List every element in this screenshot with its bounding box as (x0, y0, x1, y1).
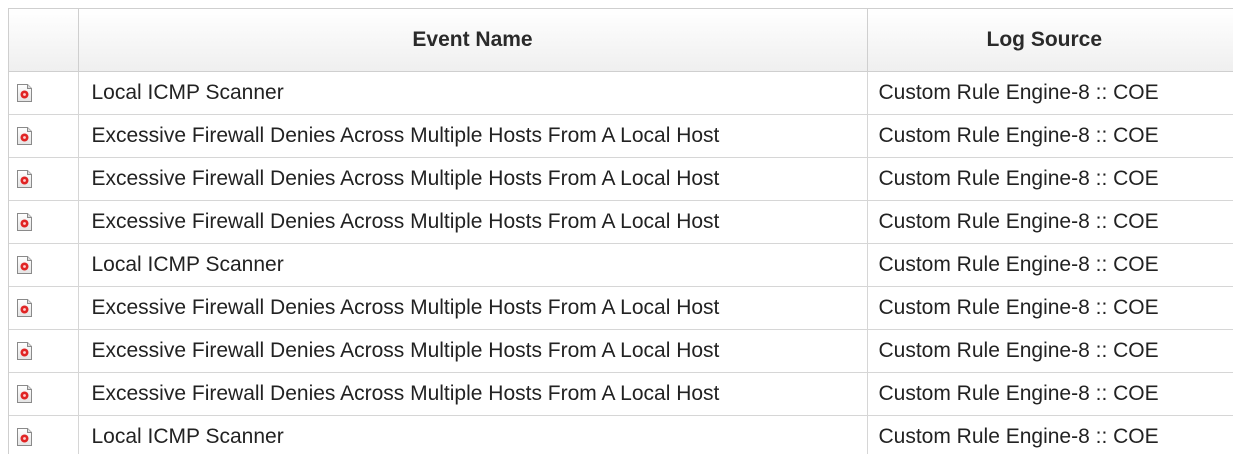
table-row[interactable]: Local ICMP Scanner Custom Rule Engine-8 :… (9, 415, 1233, 454)
offense-document-icon[interactable] (17, 342, 32, 361)
table-row[interactable]: Excessive Firewall Denies Across Multipl… (9, 372, 1233, 416)
event-name-cell[interactable]: Excessive Firewall Denies Across Multipl… (78, 114, 868, 158)
log-source-cell[interactable]: Custom Rule Engine-8 :: COE (867, 200, 1233, 244)
row-icon-cell[interactable] (9, 372, 79, 416)
table-row[interactable]: Excessive Firewall Denies Across Multipl… (9, 286, 1233, 330)
log-source-cell[interactable]: Custom Rule Engine-8 :: COE (867, 372, 1233, 416)
log-source-cell[interactable]: Custom Rule Engine-8 :: COE (867, 243, 1233, 287)
column-header-log-source[interactable]: Log Source (867, 9, 1233, 72)
offense-document-icon[interactable] (17, 170, 32, 189)
table-row[interactable]: Excessive Firewall Denies Across Multipl… (9, 157, 1233, 201)
events-table: Event Name Log Source Local ICMP Scanner… (9, 9, 1233, 454)
row-icon-cell[interactable] (9, 200, 79, 244)
table-row[interactable]: Local ICMP Scanner Custom Rule Engine-8 :… (9, 71, 1233, 115)
row-icon-cell[interactable] (9, 415, 79, 454)
log-source-cell[interactable]: Custom Rule Engine-8 :: COE (867, 286, 1233, 330)
offense-document-icon[interactable] (17, 299, 32, 318)
offense-document-icon[interactable] (17, 213, 32, 232)
offense-document-icon[interactable] (17, 127, 32, 146)
row-icon-cell[interactable] (9, 329, 79, 373)
log-source-cell[interactable]: Custom Rule Engine-8 :: COE (867, 71, 1233, 115)
event-name-cell[interactable]: Excessive Firewall Denies Across Multipl… (78, 157, 868, 201)
log-source-cell[interactable]: Custom Rule Engine-8 :: COE (867, 329, 1233, 373)
event-name-cell[interactable]: Local ICMP Scanner (78, 415, 868, 454)
event-name-cell[interactable]: Local ICMP Scanner (78, 71, 868, 115)
log-source-cell[interactable]: Custom Rule Engine-8 :: COE (867, 415, 1233, 454)
event-name-cell[interactable]: Local ICMP Scanner (78, 243, 868, 287)
log-source-cell[interactable]: Custom Rule Engine-8 :: COE (867, 157, 1233, 201)
offense-document-icon[interactable] (17, 256, 32, 275)
table-row[interactable]: Excessive Firewall Denies Across Multipl… (9, 200, 1233, 244)
event-name-cell[interactable]: Excessive Firewall Denies Across Multipl… (78, 286, 868, 330)
column-header-event-name[interactable]: Event Name (78, 9, 868, 72)
event-name-cell[interactable]: Excessive Firewall Denies Across Multipl… (78, 329, 868, 373)
offense-document-icon[interactable] (17, 385, 32, 404)
column-header-icon[interactable] (9, 9, 79, 72)
event-name-cell[interactable]: Excessive Firewall Denies Across Multipl… (78, 372, 868, 416)
events-grid: Event Name Log Source Local ICMP Scanner… (8, 8, 1233, 454)
row-icon-cell[interactable] (9, 71, 79, 115)
offense-document-icon[interactable] (17, 428, 32, 447)
row-icon-cell[interactable] (9, 114, 79, 158)
table-row[interactable]: Excessive Firewall Denies Across Multipl… (9, 114, 1233, 158)
log-source-cell[interactable]: Custom Rule Engine-8 :: COE (867, 114, 1233, 158)
offense-document-icon[interactable] (17, 84, 32, 103)
header-row: Event Name Log Source (9, 9, 1233, 72)
event-name-cell[interactable]: Excessive Firewall Denies Across Multipl… (78, 200, 868, 244)
table-row[interactable]: Local ICMP Scanner Custom Rule Engine-8 :… (9, 243, 1233, 287)
table-row[interactable]: Excessive Firewall Denies Across Multipl… (9, 329, 1233, 373)
row-icon-cell[interactable] (9, 157, 79, 201)
row-icon-cell[interactable] (9, 243, 79, 287)
row-icon-cell[interactable] (9, 286, 79, 330)
